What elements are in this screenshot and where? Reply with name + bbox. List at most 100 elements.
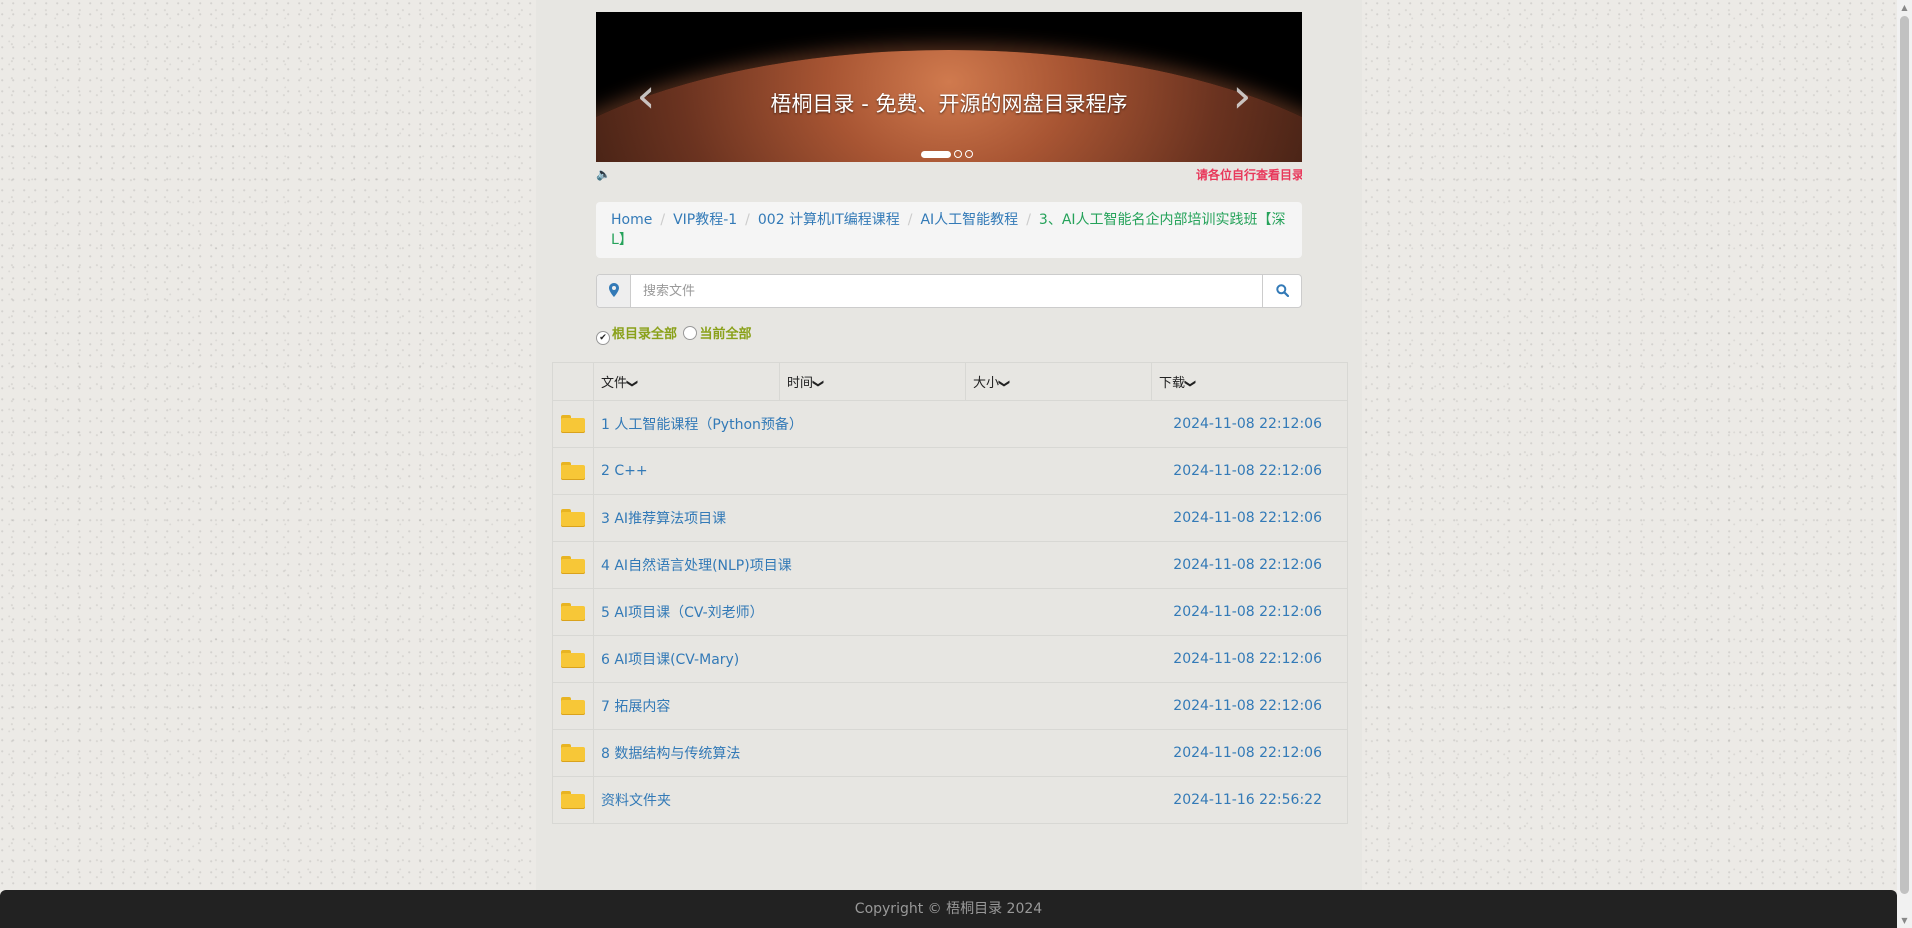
header-download-label: 下载 [1159,376,1186,391]
root-all-radio[interactable]: ✔ 根目录全部 [596,325,677,345]
folder-cell [552,541,594,589]
notice-marquee-text: 请各位自行查看目录 [1196,168,1302,182]
table-row[interactable]: 7 拓展内容 2024-11-08 22:12:06 [552,682,1348,730]
footer: Copyright © 梧桐目录 2024 [0,890,1897,928]
file-date: 2024-11-08 22:12:06 [1173,416,1322,432]
carousel-indicator[interactable] [965,150,973,158]
header-icon-cell [552,362,594,401]
table-row[interactable]: 5 AI项目课（CV-刘老师） 2024-11-08 22:12:06 [552,588,1348,636]
file-date: 2024-11-08 22:12:06 [1173,745,1322,761]
folder-cell [552,588,594,636]
file-name-cell: 7 拓展内容 [593,682,1152,730]
date-cell: 2024-11-08 22:12:06 [1151,588,1348,636]
date-cell: 2024-11-08 22:12:06 [1151,400,1348,448]
breadcrumb-separator: / [745,212,750,228]
table-row[interactable]: 资料文件夹 2024-11-16 22:56:22 [552,776,1348,824]
folder-icon[interactable] [561,697,585,715]
folder-icon[interactable] [561,415,585,433]
file-name-cell: 4 AI自然语言处理(NLP)项目课 [593,541,1152,589]
scrollbar-thumb[interactable] [1900,16,1909,894]
breadcrumb-item[interactable]: AI人工智能教程 [920,212,1018,228]
date-cell: 2024-11-08 22:12:06 [1151,682,1348,730]
current-all-radio[interactable]: 当前全部 [683,325,751,345]
file-name-cell: 1 人工智能课程（Python预备） [593,400,1152,448]
search-icon [1275,284,1289,298]
file-name-cell: 8 数据结构与传统算法 [593,729,1152,777]
file-table: 文件❯ 时间❯ 大小❯ 下载❯ 1 人工智能课程（Python预备） 2024-1… [552,362,1348,824]
root-all-label: 根目录全部 [612,327,678,342]
folder-link[interactable]: 1 人工智能课程（Python预备） [601,417,803,433]
file-table-body: 1 人工智能课程（Python预备） 2024-11-08 22:12:06 2 C… [552,400,1348,824]
chevron-down-icon: ❯ [1184,378,1198,389]
table-row[interactable]: 6 AI项目课(CV-Mary) 2024-11-08 22:12:06 [552,635,1348,683]
file-date: 2024-11-16 22:56:22 [1173,792,1322,808]
carousel-next-button[interactable]: › [1222,72,1262,120]
chevron-down-icon: ❯ [812,378,826,389]
carousel-indicator[interactable] [954,150,962,158]
file-date: 2024-11-08 22:12:06 [1173,604,1322,620]
carousel-indicator[interactable] [921,150,951,158]
folder-cell [552,494,594,542]
folder-icon[interactable] [561,509,585,527]
folder-link[interactable]: 8 数据结构与传统算法 [601,746,740,762]
folder-icon[interactable] [561,603,585,621]
sort-by-file[interactable]: 文件❯ [593,362,780,401]
folder-link[interactable]: 3 AI推荐算法项目课 [601,511,726,527]
breadcrumb: Home / VIP教程-1/002 计算机IT编程课程 / AI人工智能教程/3、AI… [596,202,1302,258]
date-cell: 2024-11-16 22:56:22 [1151,776,1348,824]
carousel: 梧桐目录 - 免费、开源的网盘目录程序 ‹ › [596,12,1302,162]
chevron-down-icon: ❯ [998,378,1012,389]
table-row[interactable]: 3 AI推荐算法项目课 2024-11-08 22:12:06 [552,494,1348,542]
scroll-up-icon[interactable]: ▲ [1897,0,1912,15]
folder-link[interactable]: 4 AI自然语言处理(NLP)项目课 [601,558,792,574]
table-row[interactable]: 2 C++ 2024-11-08 22:12:06 [552,447,1348,495]
folder-cell [552,682,594,730]
header-size-label: 大小 [973,376,1000,391]
sort-by-size[interactable]: 大小❯ [965,362,1152,401]
folder-link[interactable]: 7 拓展内容 [601,699,670,715]
date-cell: 2024-11-08 22:12:06 [1151,541,1348,589]
notice-bar: 🔈 请各位自行查看目录 [596,166,1302,184]
folder-link[interactable]: 6 AI项目课(CV-Mary) [601,652,739,668]
file-name-cell: 3 AI推荐算法项目课 [593,494,1152,542]
search-button[interactable] [1262,275,1301,307]
breadcrumb-separator: / [907,212,913,228]
scrollbar[interactable]: ▲ ▼ [1897,0,1912,928]
header-time-label: 时间 [787,376,814,391]
current-all-label: 当前全部 [699,327,752,342]
folder-icon[interactable] [561,462,585,480]
folder-icon[interactable] [561,744,585,762]
folder-link[interactable]: 2 C++ [601,463,648,479]
search-input[interactable] [631,275,1259,307]
table-row[interactable]: 4 AI自然语言处理(NLP)项目课 2024-11-08 22:12:06 [552,541,1348,589]
file-date: 2024-11-08 22:12:06 [1173,510,1322,526]
breadcrumb-item[interactable]: 002 计算机IT编程课程 [758,212,900,228]
folder-cell [552,447,594,495]
folder-link[interactable]: 5 AI项目课（CV-刘老师） [601,605,764,621]
breadcrumb-separator: / [1026,212,1031,228]
carousel-prev-button[interactable]: ‹ [626,72,666,120]
header-file-label: 文件 [601,376,628,391]
carousel-indicators [921,146,976,158]
check-icon: ✔ [596,331,610,345]
breadcrumb-home[interactable]: Home [611,212,652,228]
sort-by-time[interactable]: 时间❯ [779,362,966,401]
table-row[interactable]: 1 人工智能课程（Python预备） 2024-11-08 22:12:06 [552,400,1348,448]
file-name-cell: 资料文件夹 [593,776,1152,824]
folder-icon[interactable] [561,791,585,809]
table-row[interactable]: 8 数据结构与传统算法 2024-11-08 22:12:06 [552,729,1348,777]
folder-icon[interactable] [561,650,585,668]
date-cell: 2024-11-08 22:12:06 [1151,494,1348,542]
folder-link[interactable]: 资料文件夹 [601,793,671,809]
file-name-cell: 6 AI项目课(CV-Mary) [593,635,1152,683]
folder-cell [552,400,594,448]
carousel-caption: 梧桐目录 - 免费、开源的网盘目录程序 [770,92,1128,116]
folder-cell [552,776,594,824]
file-name-cell: 5 AI项目课（CV-刘老师） [593,588,1152,636]
file-date: 2024-11-08 22:12:06 [1173,557,1322,573]
breadcrumb-item[interactable]: VIP教程-1 [673,212,737,228]
folder-icon[interactable] [561,556,585,574]
copyright-text: Copyright © 梧桐目录 2024 [854,901,1043,917]
sort-by-download[interactable]: 下载❯ [1151,362,1348,401]
scroll-down-icon[interactable]: ▼ [1897,913,1912,928]
